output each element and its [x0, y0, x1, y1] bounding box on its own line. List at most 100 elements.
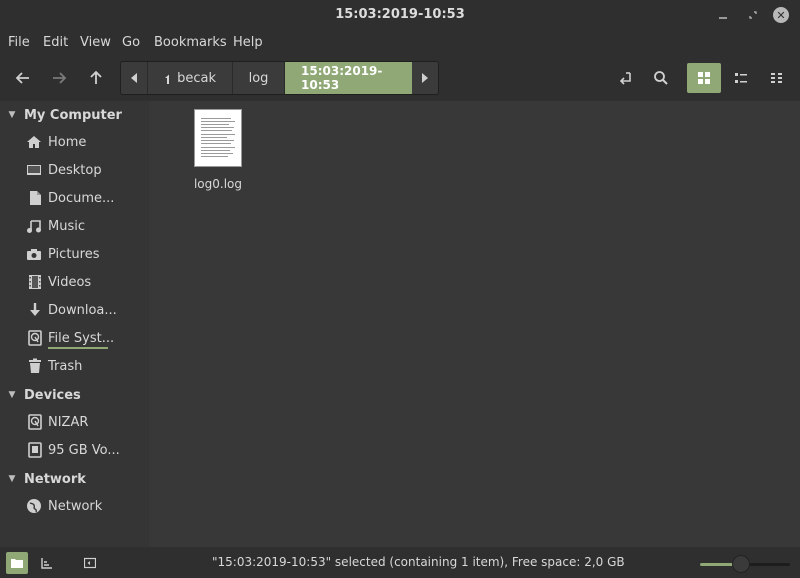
menu-bookmarks[interactable]: Bookmarks — [154, 35, 227, 50]
toggle-location-button[interactable] — [608, 63, 642, 93]
drive-icon — [28, 442, 42, 458]
text-file-icon — [194, 109, 242, 167]
grid-view-icon — [698, 72, 710, 84]
sidebar-section-network[interactable]: ▼ Network — [0, 467, 149, 491]
location-toggle-icon — [619, 72, 631, 85]
breadcrumb: becak log 15:03:2019-10:53 — [120, 61, 439, 95]
arrow-up-icon — [90, 70, 102, 84]
camera-icon — [27, 249, 41, 260]
compact-view-icon — [771, 73, 782, 83]
drive-icon — [28, 330, 42, 346]
sidebar-toggle-icon — [84, 557, 96, 569]
film-icon — [29, 275, 41, 289]
list-view-icon — [735, 73, 747, 83]
forward-button[interactable] — [42, 63, 76, 93]
file-view[interactable]: log0.log — [149, 101, 800, 547]
sidebar-section-title: Network — [24, 471, 86, 487]
sidebar-item-label: Trash — [48, 358, 83, 374]
hide-sidebar-button[interactable] — [79, 552, 101, 574]
trash-icon — [29, 358, 41, 373]
list-view-button[interactable] — [724, 63, 758, 93]
close-icon[interactable]: ✕ — [772, 6, 790, 24]
status-text: "15:03:2019-10:53" selected (containing … — [212, 555, 625, 569]
arrow-right-icon — [53, 72, 67, 84]
maximize-icon[interactable] — [744, 6, 762, 24]
sidebar-item-pictures[interactable]: Pictures — [0, 241, 149, 267]
folder-icon — [11, 559, 23, 568]
menu-go[interactable]: Go — [122, 35, 140, 50]
chevron-down-icon: ▼ — [8, 390, 16, 400]
back-button[interactable] — [6, 63, 40, 93]
sidebar-item-videos[interactable]: Videos — [0, 269, 149, 295]
document-icon — [30, 191, 41, 205]
chevron-right-icon — [422, 73, 428, 83]
chevron-down-icon: ▼ — [8, 110, 16, 120]
breadcrumb-log[interactable]: log — [232, 62, 284, 94]
status-bar: "15:03:2019-10:53" selected (containing … — [0, 547, 800, 578]
breadcrumb-label: becak — [177, 70, 216, 86]
menu-file[interactable]: File — [8, 35, 30, 50]
breadcrumb-label: 15:03:2019-10:53 — [301, 64, 383, 92]
icon-view-button[interactable] — [687, 63, 721, 93]
zoom-slider-handle[interactable] — [731, 555, 750, 573]
show-treeview-button[interactable] — [36, 552, 58, 574]
sidebar-item-documents[interactable]: Docume... — [0, 185, 149, 211]
sidebar-item-95gb-volume[interactable]: 95 GB Vo... — [0, 437, 149, 463]
breadcrumb-left-button[interactable] — [121, 62, 147, 94]
file-item[interactable]: log0.log — [189, 109, 247, 191]
sidebar-item-label: Desktop — [48, 162, 102, 178]
drive-icon — [28, 414, 42, 430]
menu-view[interactable]: View — [80, 35, 111, 50]
search-icon — [654, 71, 668, 85]
globe-icon — [27, 499, 41, 513]
tree-icon — [41, 558, 52, 569]
search-button[interactable] — [644, 63, 678, 93]
sidebar-item-network[interactable]: Network — [0, 493, 149, 519]
compact-view-button[interactable] — [760, 63, 794, 93]
file-name: log0.log — [193, 177, 243, 191]
sidebar-item-label: Pictures — [48, 246, 100, 262]
breadcrumb-right-button[interactable] — [412, 62, 438, 94]
sidebar-item-desktop[interactable]: Desktop — [0, 157, 149, 183]
home-icon — [165, 74, 170, 84]
download-icon — [30, 303, 40, 316]
minimize-icon[interactable] — [714, 6, 732, 24]
sidebar-item-label: 95 GB Vo... — [48, 442, 120, 458]
home-icon — [27, 136, 41, 148]
sidebar-section-my-computer[interactable]: ▼ My Computer — [0, 103, 149, 127]
breadcrumb-label: log — [248, 70, 269, 86]
sidebar-item-label: Network — [48, 498, 103, 514]
menu-bar: File Edit View Go Bookmarks Help — [0, 30, 800, 55]
sidebar-item-filesystem[interactable]: File Syst... — [0, 325, 149, 351]
sidebar-section-devices[interactable]: ▼ Devices — [0, 383, 149, 407]
sidebar-item-label: Docume... — [48, 190, 115, 206]
breadcrumb-current[interactable]: 15:03:2019-10:53 — [284, 62, 412, 94]
disk-usage-bar — [48, 347, 108, 349]
sidebar: ▼ My Computer Home Desktop Docume... Mus… — [0, 101, 149, 547]
breadcrumb-home[interactable]: becak — [147, 62, 232, 94]
chevron-left-icon — [131, 73, 137, 83]
sidebar-item-downloads[interactable]: Downloa... — [0, 297, 149, 323]
sidebar-item-label: Home — [48, 134, 87, 150]
music-icon — [27, 220, 41, 233]
sidebar-section-title: Devices — [24, 387, 81, 403]
sidebar-item-label: File Syst... — [48, 330, 115, 346]
chevron-down-icon: ▼ — [8, 474, 16, 484]
sidebar-item-nizar[interactable]: NIZAR — [0, 409, 149, 435]
sidebar-item-music[interactable]: Music — [0, 213, 149, 239]
up-button[interactable] — [79, 63, 113, 93]
window-title: 15:03:2019-10:53 — [335, 7, 465, 22]
sidebar-item-label: Music — [48, 218, 85, 234]
menu-edit[interactable]: Edit — [43, 35, 68, 50]
title-bar: 15:03:2019-10:53 ✕ — [0, 0, 800, 30]
sidebar-item-label: Videos — [48, 274, 92, 290]
sidebar-item-label: NIZAR — [48, 414, 89, 430]
desktop-icon — [27, 165, 41, 175]
sidebar-section-title: My Computer — [24, 107, 122, 123]
menu-help[interactable]: Help — [233, 35, 263, 50]
sidebar-item-label: Downloa... — [48, 302, 117, 318]
arrow-left-icon — [15, 72, 29, 84]
sidebar-item-home[interactable]: Home — [0, 129, 149, 155]
show-places-button[interactable] — [6, 552, 28, 574]
sidebar-item-trash[interactable]: Trash — [0, 353, 149, 379]
